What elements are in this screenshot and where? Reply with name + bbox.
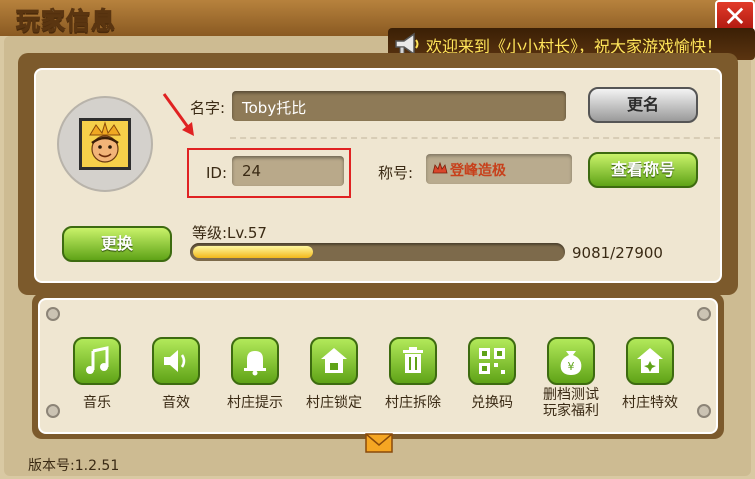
tool-label: 村庄拆除 [385, 395, 441, 411]
tool-house-lock[interactable]: 村庄锁定 [303, 337, 365, 411]
name-value: Toby托比 [242, 99, 307, 117]
money-bag-icon: ¥ [547, 337, 595, 385]
tool-label: 村庄锁定 [306, 395, 362, 411]
tool-label: 兑换码 [471, 395, 513, 411]
view-titles-button[interactable]: 查看称号 [588, 152, 698, 188]
house-lock-icon [310, 337, 358, 385]
tool-label: 音乐 [83, 395, 111, 411]
version-text: 版本号:1.2.51 [28, 458, 120, 474]
rivet [697, 404, 711, 418]
tool-bell[interactable]: 村庄提示 [224, 337, 286, 411]
tool-qr-code[interactable]: 兑换码 [461, 337, 523, 411]
rivet [46, 404, 60, 418]
change-avatar-button[interactable]: 更换 [62, 226, 172, 262]
tool-label: 村庄提示 [227, 395, 283, 411]
svg-text:¥: ¥ [568, 360, 575, 373]
window-title: 玩家信息 [16, 7, 116, 36]
tool-house-sparkle[interactable]: 村庄特效 [619, 337, 681, 411]
house-sparkle-icon [626, 337, 674, 385]
xp-text: 9081/27900 [572, 244, 663, 262]
tool-trash[interactable]: 村庄拆除 [382, 337, 444, 411]
rivet [46, 307, 60, 321]
player-info-window: 玩家信息 ✕ 欢迎来到《小小村长》，祝大家游戏愉快！ 名字: Toby托比 更名 [0, 0, 755, 479]
rename-button[interactable]: 更名 [588, 87, 698, 123]
name-label: 名字: [190, 99, 226, 117]
music-note-icon [73, 337, 121, 385]
tool-label: 村庄特效 [622, 395, 678, 411]
avatar[interactable] [79, 118, 131, 170]
title-label: 称号: [378, 164, 414, 182]
crown-icon [432, 161, 448, 174]
player-title-text: 登峰造极 [450, 163, 506, 179]
mail-icon[interactable] [364, 431, 394, 455]
player-title-badge: 登峰造极 [426, 154, 572, 184]
character-face-icon [82, 121, 128, 167]
tool-label: 删档测试 玩家福利 [543, 387, 599, 419]
tool-money-bag[interactable]: ¥ 删档测试 玩家福利 [540, 337, 602, 419]
tool-music-note[interactable]: 音乐 [66, 337, 128, 411]
xp-bar-fill [193, 246, 313, 258]
settings-panel [38, 298, 718, 434]
speaker-icon [152, 337, 200, 385]
tool-speaker[interactable]: 音效 [145, 337, 207, 411]
bell-icon [231, 337, 279, 385]
xp-bar [190, 243, 565, 261]
qr-code-icon [468, 337, 516, 385]
rivet [697, 307, 711, 321]
name-field: Toby托比 [232, 91, 566, 121]
divider [230, 137, 720, 139]
annotation-highlight-box [187, 148, 351, 198]
level-text: 等级:Lv.57 [192, 224, 267, 242]
tool-label: 音效 [162, 395, 190, 411]
trash-icon [389, 337, 437, 385]
